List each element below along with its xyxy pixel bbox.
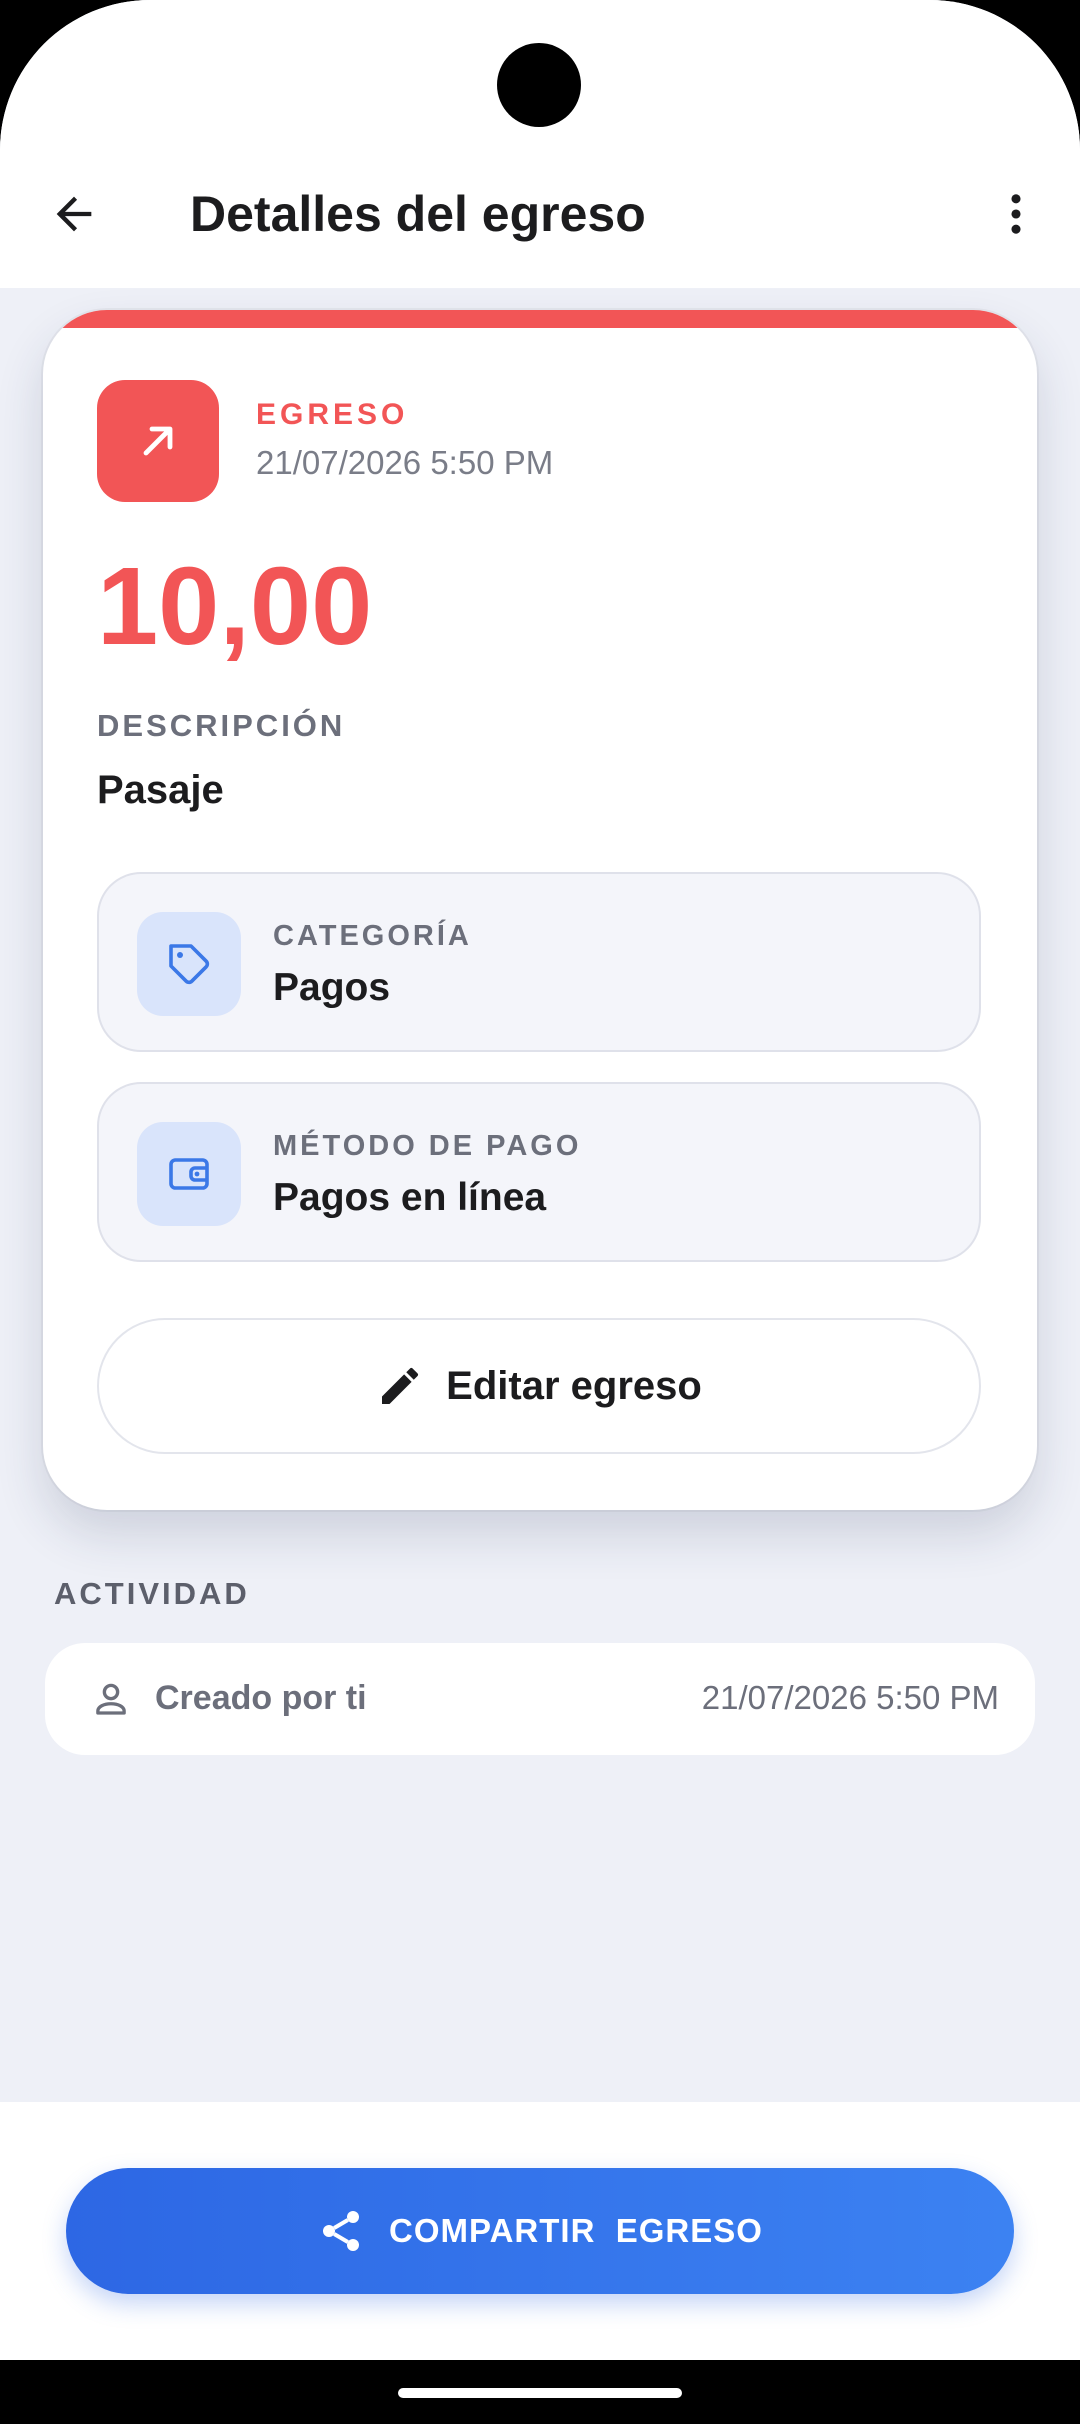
gesture-nav-handle[interactable]: [398, 2388, 682, 2398]
page-title: Detalles del egreso: [190, 186, 646, 242]
payment-method-box: MÉTODO DE PAGO Pagos en línea: [97, 1082, 981, 1262]
description-value: Pasaje: [97, 768, 224, 812]
transaction-type-badge: [97, 380, 219, 502]
payment-method-value: Pagos en línea: [273, 1176, 547, 1219]
arrow-left-icon: [56, 196, 92, 232]
transaction-type-label: EGRESO: [256, 398, 409, 431]
activity-user-icon-container: [85, 1673, 137, 1725]
category-icon-container: [137, 912, 241, 1016]
card-accent-bar: [43, 310, 1037, 328]
share-expense-button[interactable]: COMPARTIR EGRESO: [66, 2168, 1014, 2294]
activity-item-time: 21/07/2026 5:50 PM: [701, 1679, 999, 1716]
activity-item: Creado por ti 21/07/2026 5:50 PM: [45, 1643, 1035, 1755]
app-screen: Detalles del egreso EGRESO 21/07/2026 5:…: [0, 0, 1080, 2360]
transaction-card: EGRESO 21/07/2026 5:50 PM 10,00 DESCRIPC…: [43, 310, 1037, 1510]
pencil-icon: [382, 1367, 419, 1404]
share-expense-label: COMPARTIR EGRESO: [389, 2212, 763, 2249]
description-label: DESCRIPCIÓN: [97, 708, 346, 743]
edit-expense-button[interactable]: Editar egreso: [97, 1318, 981, 1454]
camera-cutout: [497, 43, 581, 127]
payment-method-label: MÉTODO DE PAGO: [273, 1130, 582, 1162]
transaction-amount: 10,00: [97, 545, 373, 668]
more-vertical-icon: [1011, 194, 1021, 234]
category-value: Pagos: [273, 966, 391, 1009]
category-box: CATEGORÍA Pagos: [97, 872, 981, 1052]
back-button[interactable]: [36, 176, 112, 252]
bottom-action-bar: COMPARTIR EGRESO: [0, 2102, 1080, 2360]
person-icon: [96, 1683, 126, 1715]
more-options-button[interactable]: [978, 176, 1054, 252]
tag-icon: [169, 944, 210, 985]
wallet-icon: [169, 1158, 209, 1190]
arrow-up-right-icon: [143, 426, 173, 456]
edit-expense-label: Editar egreso: [446, 1363, 702, 1408]
activity-item-text: Creado por ti: [155, 1679, 367, 1717]
share-icon: [323, 2211, 360, 2251]
category-label: CATEGORÍA: [273, 920, 472, 952]
transaction-datetime: 21/07/2026 5:50 PM: [256, 444, 554, 481]
payment-icon-container: [137, 1122, 241, 1226]
activity-section-title: ACTIVIDAD: [54, 1576, 250, 1611]
